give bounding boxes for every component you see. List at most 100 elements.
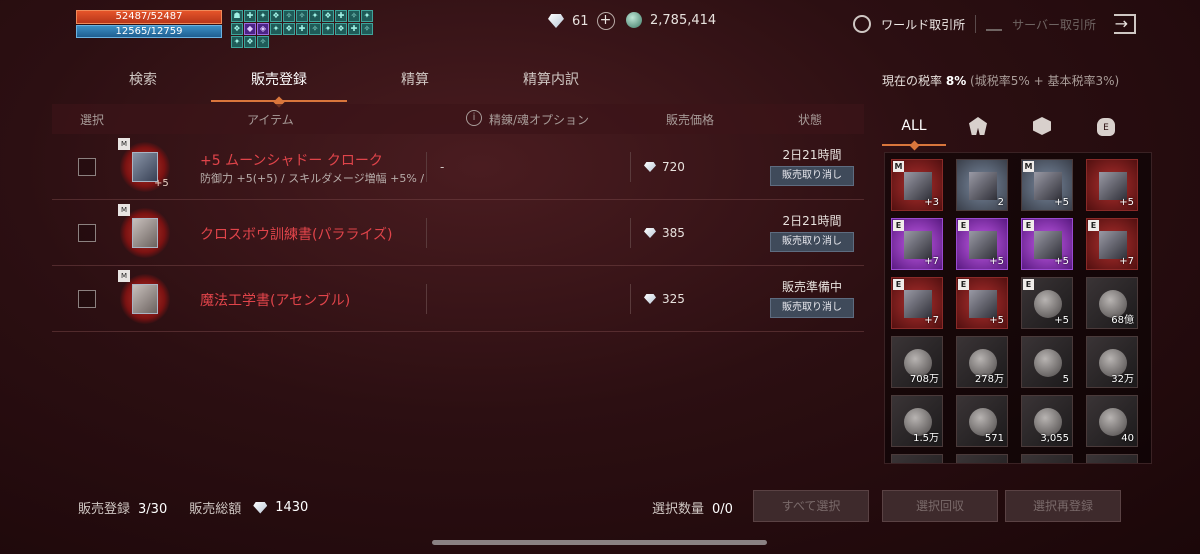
server-exchange-tab[interactable]: サーバー取引所	[1012, 16, 1096, 33]
inventory-slot[interactable]: 32万	[1086, 336, 1138, 388]
select-all-button[interactable]: すべて選択	[753, 490, 869, 522]
inventory-tab-equipment[interactable]	[946, 106, 1010, 146]
item-icon	[1034, 349, 1062, 377]
item-grade-badge: M	[118, 270, 130, 282]
divider	[426, 218, 427, 248]
buff-icons: ☗ ✚ ✦ ❖ ✧ ✧ ✦ ❖ ✚ ✧ ✦ ❖ ◆ ◈ ✦ ❖ ✚ ✧ ✦ ❖ ✚ ✧ ✦ ❖ ✧	[231, 10, 373, 48]
tab-search[interactable]: 検索	[75, 60, 211, 102]
inventory-slot[interactable]: E +5	[1021, 277, 1073, 329]
buff-icon[interactable]: ❖	[283, 23, 295, 35]
header-price: 販売価格	[666, 112, 715, 127]
buff-icon[interactable]: ❖	[322, 10, 334, 22]
buff-icon[interactable]: ☗	[231, 10, 243, 22]
reregister-selected-button[interactable]: 選択再登録	[1005, 490, 1121, 522]
item-icon	[969, 231, 997, 259]
world-exchange-tab[interactable]: ワールド取引所	[881, 16, 965, 33]
slot-quantity: +5	[1054, 315, 1069, 326]
inventory-tab-all[interactable]: ALL	[882, 106, 946, 146]
inventory-slot[interactable]: E +5	[956, 218, 1008, 270]
buff-icon[interactable]: ✦	[231, 36, 243, 48]
inventory-slot[interactable]: E +7	[1086, 218, 1138, 270]
info-icon[interactable]: i	[466, 110, 482, 126]
grade-badge: E	[893, 279, 904, 290]
tab-settlement-details[interactable]: 精算内訳	[483, 60, 619, 102]
inventory-slot[interactable]: E +7	[891, 218, 943, 270]
divider	[630, 152, 631, 182]
inventory-slot[interactable]: 5	[1021, 336, 1073, 388]
inventory-slot[interactable]	[1086, 454, 1138, 463]
inventory-slot[interactable]	[956, 454, 1008, 463]
buff-icon[interactable]: ❖	[231, 23, 243, 35]
buff-icon[interactable]: ✧	[296, 10, 308, 22]
diamond-currency: 61 +	[548, 12, 615, 30]
inventory-slot[interactable]	[891, 454, 943, 463]
cancel-sale-button[interactable]: 販売取り消し	[770, 166, 854, 186]
main-tabs: 検索 販売登録 精算 精算内訳	[75, 60, 619, 102]
inventory-slot[interactable]: +5	[1086, 159, 1138, 211]
mp-bar: 12565/12759	[76, 25, 222, 38]
buff-icon[interactable]: ✧	[361, 23, 373, 35]
buff-icon[interactable]: ✦	[257, 10, 269, 22]
divider	[426, 152, 427, 182]
item-icon	[904, 290, 932, 318]
buff-icon[interactable]: ❖	[270, 10, 282, 22]
cancel-sale-button[interactable]: 販売取り消し	[770, 298, 854, 318]
item-icon	[1034, 172, 1062, 200]
slot-quantity: 571	[984, 433, 1004, 444]
inventory-slot[interactable]: 571	[956, 395, 1008, 447]
buff-icon[interactable]: ✧	[348, 10, 360, 22]
divider	[630, 218, 631, 248]
row-checkbox[interactable]	[78, 290, 96, 308]
recall-selected-button[interactable]: 選択回収	[882, 490, 998, 522]
table-row[interactable]: M クロスボウ訓練書(パラライズ) 385 2日21時間 販売取り消し	[52, 200, 864, 266]
inventory-slot[interactable]: 708万	[891, 336, 943, 388]
inventory-slot[interactable]: 40	[1086, 395, 1138, 447]
inventory-slot[interactable]: 3,055	[1021, 395, 1073, 447]
item-stats: 防御力 +5(+5) / スキルダメージ増幅 +5% /	[200, 172, 425, 185]
inventory-tab-items[interactable]	[1010, 106, 1074, 146]
slot-quantity: +5	[1119, 197, 1134, 208]
buff-icon[interactable]: ✚	[244, 10, 256, 22]
inventory-slot[interactable]: M +5	[1021, 159, 1073, 211]
exit-arrow-icon: →	[1114, 14, 1128, 33]
tab-settlement[interactable]: 精算	[347, 60, 483, 102]
buff-icon[interactable]: ❖	[335, 23, 347, 35]
row-checkbox[interactable]	[78, 224, 96, 242]
inventory-slot[interactable]: 1.5万	[891, 395, 943, 447]
add-diamond-button[interactable]: +	[596, 12, 615, 30]
buff-icon[interactable]: ✧	[309, 23, 321, 35]
inventory-slot[interactable]: 278万	[956, 336, 1008, 388]
cancel-sale-button[interactable]: 販売取り消し	[770, 232, 854, 252]
inventory-slot[interactable]: E +7	[891, 277, 943, 329]
buff-icon[interactable]: ✦	[309, 10, 321, 22]
inventory-slot[interactable]: 2	[956, 159, 1008, 211]
buff-icon[interactable]: ✧	[283, 10, 295, 22]
table-row[interactable]: M 魔法工学書(アセンブル) 325 販売準備中 販売取り消し	[52, 266, 864, 332]
inventory-slot[interactable]: E +5	[1021, 218, 1073, 270]
registered-count: 販売登録 3/30	[78, 502, 168, 517]
inventory-slot[interactable]	[1021, 454, 1073, 463]
item-icon	[969, 408, 997, 436]
tab-sale-register[interactable]: 販売登録	[211, 60, 347, 102]
buff-icon[interactable]: ◆	[244, 23, 256, 35]
buff-icon[interactable]: ✦	[270, 23, 282, 35]
buff-icon[interactable]: ✦	[322, 23, 334, 35]
grade-badge: E	[1088, 220, 1099, 231]
slot-quantity: 1.5万	[913, 433, 939, 444]
buff-icon[interactable]: ◈	[257, 23, 269, 35]
item-option: -	[440, 160, 445, 174]
buff-icon[interactable]: ✚	[348, 23, 360, 35]
divider	[630, 284, 631, 314]
item-enhance: +5	[154, 178, 169, 189]
buff-icon[interactable]: ❖	[244, 36, 256, 48]
row-checkbox[interactable]	[78, 158, 96, 176]
inventory-tab-money[interactable]: E	[1074, 106, 1138, 146]
inventory-slot[interactable]: M +3	[891, 159, 943, 211]
buff-icon[interactable]: ✦	[361, 10, 373, 22]
inventory-slot[interactable]: E +5	[956, 277, 1008, 329]
inventory-slot[interactable]: 68億	[1086, 277, 1138, 329]
table-row[interactable]: M +5 +5 ムーンシャドー クローク 防御力 +5(+5) / スキルダメー…	[52, 134, 864, 200]
buff-icon[interactable]: ✚	[335, 10, 347, 22]
buff-icon[interactable]: ✧	[257, 36, 269, 48]
buff-icon[interactable]: ✚	[296, 23, 308, 35]
